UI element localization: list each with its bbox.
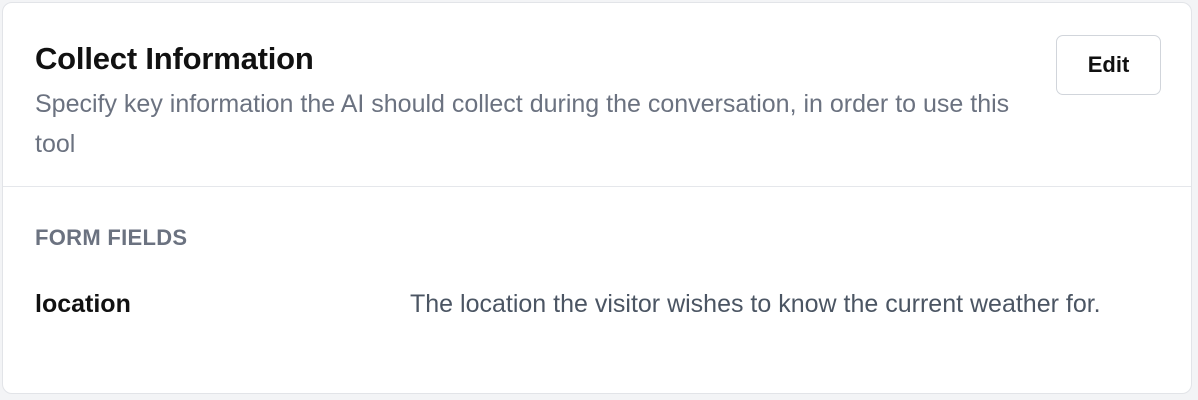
field-name: location [35, 290, 131, 318]
form-fields-label: FORM FIELDS [35, 225, 188, 250]
card-description: Specify key information the AI should co… [35, 90, 1010, 158]
card-header: Collect Information Specify key informat… [3, 3, 1191, 187]
edit-button[interactable]: Edit [1056, 35, 1161, 95]
field-description: The location the visitor wishes to know … [410, 290, 1101, 318]
collect-information-card: Collect Information Specify key informat… [2, 2, 1192, 394]
card-title: Collect Information [35, 41, 314, 76]
form-fields-section: FORM FIELDS location The location the vi… [3, 187, 1191, 393]
